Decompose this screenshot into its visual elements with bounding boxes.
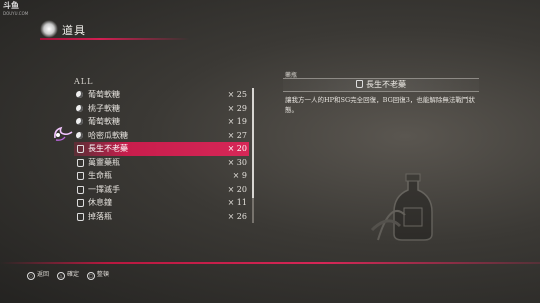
menu-emblem-icon [40,20,58,38]
item-list-scrollbar[interactable] [252,88,254,223]
bottle-icon [77,199,84,207]
item-quantity: × 25 [227,90,247,99]
bottle-icon [356,80,363,88]
item-quantity: × 11 [227,198,247,207]
item-row[interactable]: 掉落瓶 × 26 [74,210,249,224]
item-name: 萬靈藥瓶 [88,157,120,167]
item-quantity: × 19 [227,117,247,126]
item-name: 掉落瓶 [88,211,112,221]
item-bottle-art-icon [370,173,433,241]
item-quantity: × 20 [227,184,247,194]
candy-icon [76,91,83,98]
item-row[interactable]: 萬靈藥瓶 × 30 [74,156,249,170]
category-filter[interactable]: ALL [74,77,93,86]
menu-header: 道具 [40,18,190,40]
item-name: 葡萄軟糖 [88,117,120,126]
item-name: 葡萄軟糖 [88,90,120,99]
item-row[interactable]: 葡萄軟糖 × 25 [74,88,249,102]
legend-sort-label: 整頓 [96,271,109,278]
legend-back[interactable]: ○ 返回 [27,271,50,280]
bottle-icon [77,145,84,153]
item-name: 休息鐘 [88,198,112,207]
item-quantity: × 26 [227,211,247,221]
scrollbar-thumb[interactable] [252,88,254,198]
item-name: 生命瓶 [88,171,112,180]
item-quantity: × 30 [227,157,247,167]
item-quantity: × 20 [227,144,247,153]
detail-divider-bottom [283,91,479,92]
legend-confirm[interactable]: △ 確定 [56,271,79,280]
item-row[interactable]: 休息鐘 × 11 [74,196,249,210]
legend-confirm-label: 確定 [66,271,79,278]
triangle-button-icon: △ [56,272,65,280]
header-underline [40,38,190,40]
item-name: 桃子軟糖 [88,103,120,113]
item-row[interactable]: 哈密瓜軟糖 × 27 [74,129,249,143]
item-quantity: × 29 [227,103,247,113]
candy-icon [76,131,83,139]
footer-accent-bar [0,262,540,264]
candy-icon [76,118,83,125]
bottle-icon [77,185,84,194]
bottle-icon [77,212,84,221]
item-row-selected[interactable]: 長生不老藥 × 20 [74,142,249,156]
watermark-domain: DOUYU.COM [3,11,29,16]
menu-title: 道具 [62,24,86,37]
item-quantity: × 27 [227,130,247,140]
item-row[interactable]: 生命瓶 × 9 [74,169,249,183]
detail-description: 讓我方一人的HP和SG完全回復，BG回復3，也能解除無法戰鬥狀態。 [285,96,475,114]
item-list: 葡萄軟糖 × 25 桃子軟糖 × 29 葡萄軟糖 × 19 哈密瓜軟糖 × 27 長生不老藥 × … [74,88,249,223]
watermark: 斗鱼 DOUYU.COM [3,2,28,18]
item-row[interactable]: 桃子軟糖 × 29 [74,102,249,116]
legend-sort[interactable]: □ 整頓 [86,271,109,280]
item-row[interactable]: 葡萄軟糖 × 19 [74,115,249,129]
circle-button-icon: ○ [27,272,35,280]
square-button-icon: □ [86,272,95,280]
item-name: 一擇滅手 [88,184,120,194]
detail-item-name: 長生不老藥 [366,80,406,89]
selection-cursor-icon [54,126,73,141]
item-name: 哈密瓜軟糖 [88,130,128,140]
item-row[interactable]: 一擇滅手 × 20 [74,183,249,197]
bottle-icon [77,172,84,180]
item-quantity: × 9 [232,171,247,180]
button-legend: ○ 返回 △ 確定 □ 整頓 [27,269,115,280]
bottle-icon [77,158,84,167]
detail-item-title: 長生不老藥 [283,79,479,91]
legend-back-label: 返回 [37,271,50,278]
candy-icon [76,104,83,112]
item-name: 長生不老藥 [88,144,128,153]
watermark-logo: 斗鱼 [3,1,19,10]
